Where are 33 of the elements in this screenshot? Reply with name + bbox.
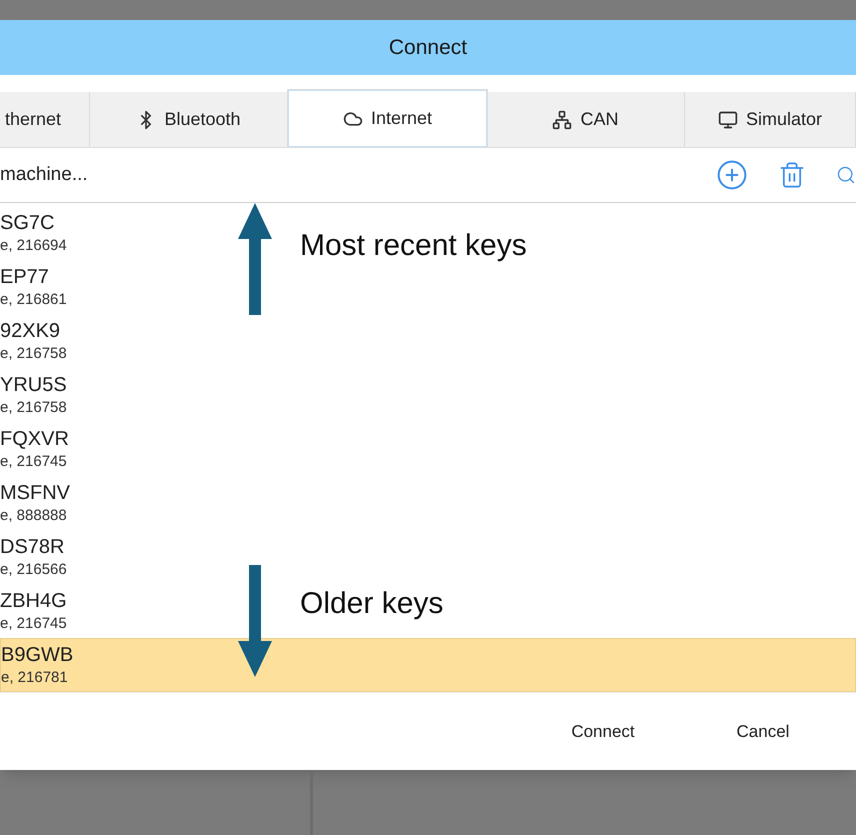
tab[interactable]: CAN xyxy=(487,92,685,147)
key-detail: e, 888888 xyxy=(0,506,67,526)
cancel-button[interactable]: Cancel xyxy=(688,710,838,752)
selected-list-item[interactable]: B9GWB e, 216781 xyxy=(0,638,856,692)
key-name: EP77 xyxy=(0,265,49,290)
window-title: Connect xyxy=(388,34,468,61)
key-detail: e, 216745 xyxy=(0,452,67,472)
key-detail: e, 216781 xyxy=(1,668,68,688)
key-name: 92XK9 xyxy=(0,319,60,344)
down-arrow-icon xyxy=(238,565,272,677)
tab[interactable]: Internet xyxy=(288,90,487,147)
key-name: B9GWB xyxy=(1,643,74,668)
key-detail: e, 216694 xyxy=(0,236,67,256)
key-name: FQXVR xyxy=(0,427,69,452)
annotation-label: Most recent keys xyxy=(300,228,527,264)
tab[interactable]: thernet xyxy=(0,92,90,147)
key-name: YRU5S xyxy=(0,373,67,398)
key-detail: e, 216566 xyxy=(0,560,67,580)
annotation-label: Older keys xyxy=(300,586,444,622)
key-detail: e, 216745 xyxy=(0,614,67,634)
key-name: ZBH4G xyxy=(0,589,67,614)
network-icon xyxy=(552,110,572,130)
key-detail: e, 216758 xyxy=(0,398,67,418)
key-detail: e, 216758 xyxy=(0,344,67,364)
tab[interactable]: Simulator xyxy=(685,92,856,147)
key-name: MSFNV xyxy=(0,481,70,506)
key-detail: e, 216861 xyxy=(0,290,67,310)
monitor-icon xyxy=(718,110,738,130)
key-name: SG7C xyxy=(0,211,54,236)
add-icon[interactable] xyxy=(716,159,748,191)
key-name: DS78R xyxy=(0,535,64,560)
connect-button[interactable]: Connect xyxy=(528,710,678,752)
up-arrow-icon xyxy=(238,203,272,315)
